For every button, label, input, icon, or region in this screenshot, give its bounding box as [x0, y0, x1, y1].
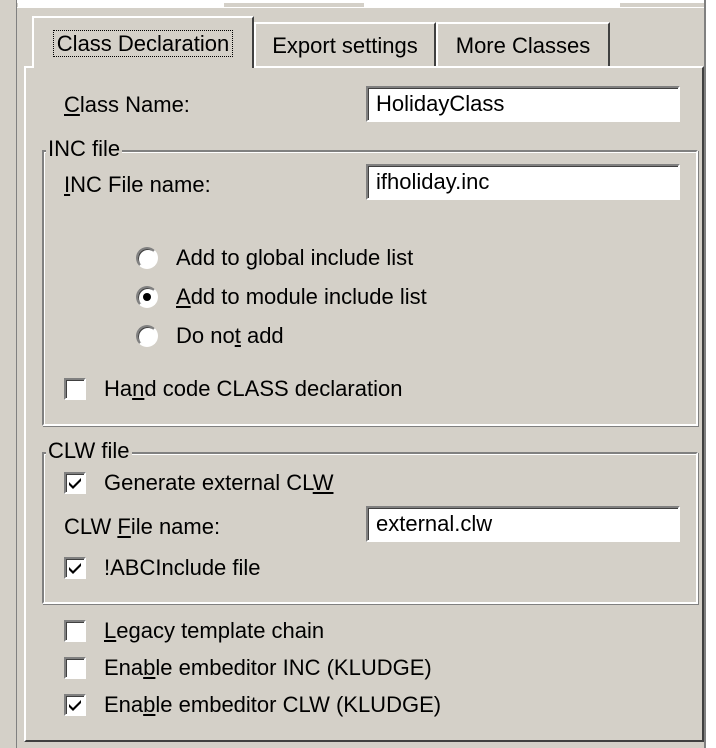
global-include-radio[interactable] — [136, 247, 158, 269]
check-icon — [69, 478, 81, 489]
generate-clw-label[interactable]: Generate external CLW — [104, 470, 333, 496]
hand-code-checkbox[interactable] — [64, 378, 86, 400]
check-icon — [69, 700, 81, 711]
do-not-add-label[interactable]: Do not add — [176, 323, 284, 349]
module-include-label[interactable]: Add to module include list — [176, 284, 427, 310]
global-include-label[interactable]: Add to global include list — [176, 245, 413, 271]
embeditor-inc-checkbox[interactable] — [64, 657, 86, 679]
do-not-add-radio[interactable] — [136, 325, 158, 347]
inc-file-name-label: INC File name: — [64, 172, 211, 197]
inc-file-name-input[interactable] — [366, 164, 680, 200]
embeditor-clw-checkbox[interactable] — [64, 694, 86, 716]
hand-code-label[interactable]: Hand code CLASS declaration — [104, 376, 402, 402]
check-icon — [69, 563, 81, 574]
abc-include-checkbox[interactable] — [64, 557, 86, 579]
clw-file-name-input[interactable] — [366, 506, 680, 542]
generate-clw-checkbox[interactable] — [64, 472, 86, 494]
clw-file-group-title: CLW file — [46, 438, 132, 463]
embeditor-inc-label[interactable]: Enable embeditor INC (KLUDGE) — [104, 655, 432, 681]
abc-include-label[interactable]: !ABCInclude file — [104, 555, 261, 581]
module-include-radio[interactable] — [136, 286, 158, 308]
embeditor-clw-label[interactable]: Enable embeditor CLW (KLUDGE) — [104, 692, 441, 718]
legacy-template-label[interactable]: Legacy template chain — [104, 618, 324, 644]
panel-content: Class Name: INC file INC File name: Add … — [0, 0, 716, 748]
inc-file-group-title: INC file — [46, 136, 123, 161]
clw-file-name-label: CLW File name: — [64, 514, 221, 539]
class-name-label: Class Name: — [64, 92, 190, 117]
legacy-template-checkbox[interactable] — [64, 620, 86, 642]
class-name-input[interactable] — [366, 86, 680, 122]
radio-selected-dot — [143, 293, 151, 301]
